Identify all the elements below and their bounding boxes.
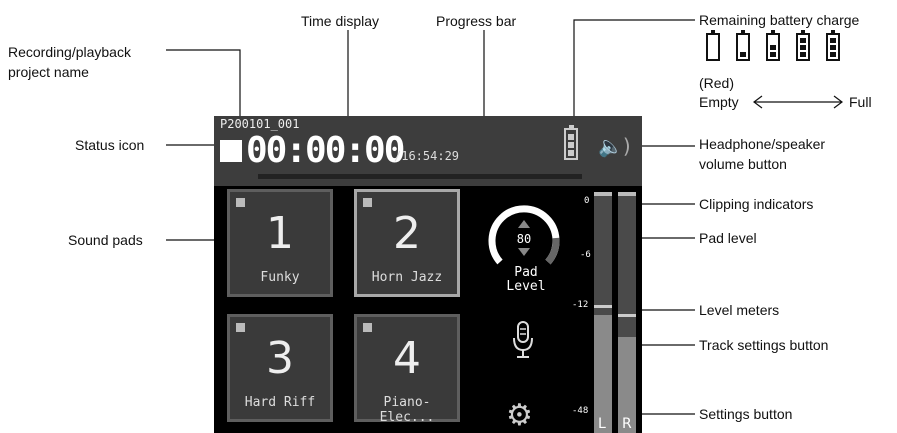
progress-bar[interactable] <box>258 174 582 179</box>
battery-icon <box>564 125 578 160</box>
battery-level-3-icon <box>796 30 810 61</box>
project-name: P200101_001 <box>220 117 300 131</box>
meter-peak-l <box>594 304 612 308</box>
battery-level-2-icon <box>766 30 780 61</box>
callout-sound-pads: Sound pads <box>68 232 143 248</box>
callout-battery-empty: Empty <box>699 94 739 110</box>
pad-indicator <box>363 323 372 332</box>
callout-time-display: Time display <box>301 13 380 29</box>
callout-settings: Settings button <box>699 406 793 422</box>
pad-number: 1 <box>266 208 294 259</box>
meter-scale-12: -12 <box>572 300 589 310</box>
callout-level-meters: Level meters <box>699 302 780 318</box>
sound-pad-1[interactable]: 1 Funky <box>227 189 333 297</box>
callout-clipping: Clipping indicators <box>699 196 814 212</box>
clip-indicator-r <box>618 192 636 196</box>
pad-name: Horn Jazz <box>371 270 443 285</box>
meter-scale-48: -48 <box>572 406 589 416</box>
pad-indicator <box>236 198 245 207</box>
pad-level-value: 80 <box>516 232 532 246</box>
battery-empty-icon <box>706 30 720 61</box>
callout-progress-bar: Progress bar <box>436 13 517 29</box>
level-down-arrow-icon <box>518 248 530 256</box>
channel-label-l: L <box>598 416 606 432</box>
level-meter-l <box>594 192 612 433</box>
pad-indicator <box>363 198 372 207</box>
meter-peak-r <box>618 314 636 318</box>
microphone-icon[interactable] <box>510 320 536 360</box>
battery-full-icon <box>826 30 840 61</box>
sound-pad-2[interactable]: 2 Horn Jazz <box>354 189 460 297</box>
meter-scale-6: -6 <box>580 250 591 260</box>
callout-status-icon: Status icon <box>75 137 145 153</box>
stop-square-icon <box>220 140 242 162</box>
time-display: 00:00:00 <box>246 130 405 171</box>
level-meter-r <box>618 192 636 433</box>
device-screen: P200101_001 00:00:00 /16:54:29 🔈) 1 Funk… <box>214 116 642 433</box>
callout-pad-level: Pad level <box>699 230 757 246</box>
pad-name: Funky <box>260 270 300 285</box>
callout-project-name: Recording/playback project name <box>8 44 131 80</box>
pad-number: 2 <box>393 208 421 259</box>
sound-pad-3[interactable]: 3 Hard Riff <box>227 314 333 422</box>
pad-number: 3 <box>266 333 294 384</box>
callout-battery: Remaining battery charge <box>699 12 860 28</box>
status-bar: P200101_001 00:00:00 /16:54:29 🔈) <box>214 116 642 186</box>
clip-indicator-l <box>594 192 612 196</box>
callout-battery-red: (Red) <box>699 75 735 91</box>
remaining-time: /16:54:29 <box>394 149 460 163</box>
sound-pad-4[interactable]: 4 Piano-Elec... <box>354 314 460 425</box>
pad-number: 4 <box>393 333 421 384</box>
speaker-icon[interactable]: 🔈) <box>598 134 631 158</box>
pad-level-label: Pad Level <box>506 265 546 294</box>
channel-label-r: R <box>622 416 632 432</box>
battery-level-1-icon <box>736 30 750 61</box>
level-up-arrow-icon <box>518 220 530 228</box>
meter-scale-0: 0 <box>584 196 590 206</box>
pad-name: Piano-Elec... <box>379 395 435 425</box>
pad-name: Hard Riff <box>244 395 316 410</box>
callout-battery-full: Full <box>849 94 872 110</box>
callout-headphone: Headphone/speaker volume button <box>699 136 826 172</box>
pad-indicator <box>236 323 245 332</box>
gear-icon[interactable]: ⚙ <box>506 398 533 433</box>
callout-track-settings: Track settings button <box>699 337 829 353</box>
